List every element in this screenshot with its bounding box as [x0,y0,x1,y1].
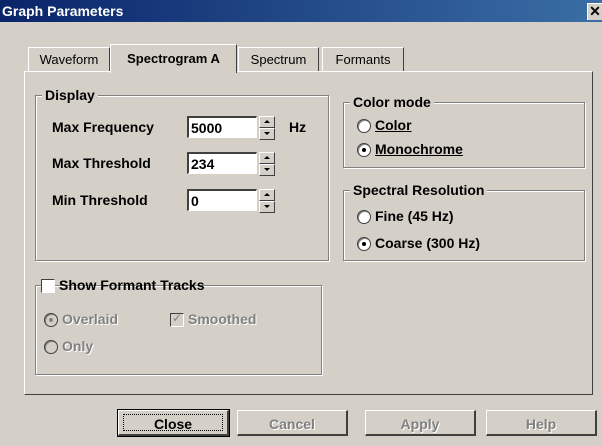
formant-tracks-group: Show Formant Tracks Overlaid Only ✓ Smoo… [35,277,322,375]
max-frequency-spinner[interactable] [259,116,275,140]
tab-spectrum[interactable]: Spectrum [238,47,319,72]
coarse-resolution-label: Coarse (300 Hz) [375,235,481,251]
spin-down-icon[interactable] [259,201,275,213]
min-threshold-label: Min Threshold [52,192,148,208]
only-label: Only [62,338,94,354]
smoothed-label: Smoothed [188,311,257,327]
radio-button[interactable] [357,237,371,251]
close-button[interactable]: Close [117,409,230,437]
max-threshold-input[interactable]: 234 [187,152,257,174]
cancel-button-label: Cancel [269,416,315,432]
spin-up-icon[interactable] [259,152,275,164]
color-radio-label: Color [375,117,412,133]
spin-up-icon[interactable] [259,116,275,128]
tab-waveform[interactable]: Waveform [28,47,110,72]
min-threshold-input[interactable]: 0 [187,189,257,211]
frequency-unit: Hz [289,119,307,135]
spin-down-icon[interactable] [259,128,275,140]
show-formant-tracks-checkbox[interactable]: Show Formant Tracks [41,277,204,293]
checkbox[interactable]: ✓ [170,311,184,327]
spectral-resolution-group-label: Spectral Resolution [350,182,488,198]
spin-up-icon[interactable] [259,189,275,201]
title-bar[interactable]: Graph Parameters ✕ [0,0,602,22]
tab-formants[interactable]: Formants [322,47,404,72]
fine-resolution-label: Fine (45 Hz) [375,208,454,224]
show-formant-tracks-label: Show Formant Tracks [59,277,205,293]
tab-spectrogram-a[interactable]: Spectrogram A [110,44,237,73]
spectral-resolution-group: Spectral Resolution Fine (45 Hz) Coarse … [343,182,585,261]
radio-button[interactable] [44,340,58,354]
help-button-label: Help [525,416,557,432]
radio-button[interactable] [357,143,371,157]
cancel-button[interactable]: Cancel [237,410,348,436]
spin-down-icon[interactable] [259,164,275,176]
apply-button[interactable]: Apply [365,410,476,436]
radio-button[interactable] [357,119,371,133]
max-frequency-label: Max Frequency [52,119,154,135]
min-threshold-spinner[interactable] [259,189,275,213]
max-threshold-label: Max Threshold [52,155,151,171]
radio-button[interactable] [44,313,58,327]
monochrome-radio-label: Monochrome [375,141,463,157]
checkbox[interactable] [41,279,55,293]
color-mode-group-label: Color mode [350,94,434,110]
radio-button[interactable] [357,210,371,224]
check-icon: ✓ [172,311,183,325]
apply-button-label: Apply [400,416,440,432]
graph-parameters-dialog: Graph Parameters ✕ Waveform Spectrogram … [0,0,602,446]
window-title: Graph Parameters [2,3,124,19]
max-threshold-spinner[interactable] [259,152,275,176]
close-icon[interactable]: ✕ [587,3,602,20]
spectrogram-tab-panel: Display Max Frequency 5000 Hz Max Thresh… [24,71,593,395]
color-mode-group: Color mode Color Monochrome [343,94,585,168]
help-button[interactable]: Help [486,410,597,436]
focus-rect [123,414,223,431]
display-group-label: Display [42,87,98,103]
max-frequency-input[interactable]: 5000 [187,116,257,138]
overlaid-label: Overlaid [62,311,119,327]
display-group: Display Max Frequency 5000 Hz Max Thresh… [35,87,329,261]
